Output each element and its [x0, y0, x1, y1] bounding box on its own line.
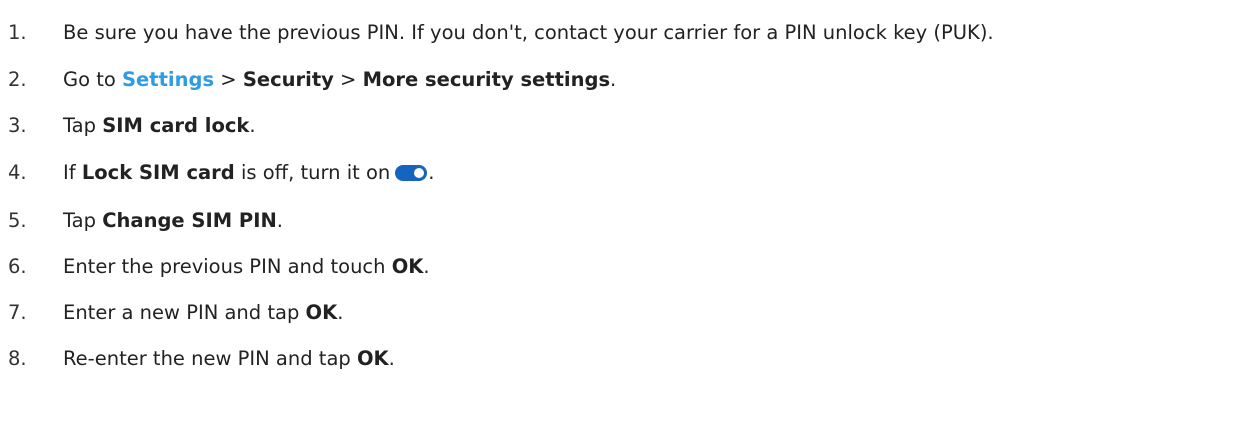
- ok-label: OK: [356, 347, 389, 370]
- step-suffix: .: [249, 114, 256, 137]
- step-number: 6.: [8, 255, 27, 278]
- step-suffix: .: [337, 301, 344, 324]
- step-number: 1.: [8, 21, 27, 44]
- sim-card-lock-label: SIM card lock: [102, 114, 250, 137]
- step-text: Enter the previous PIN and touch OK.: [63, 247, 430, 287]
- step-prefix: Enter the previous PIN and touch: [63, 255, 392, 278]
- path-separator: >: [214, 68, 243, 91]
- ok-label: OK: [305, 301, 338, 324]
- step-suffix: .: [610, 68, 617, 91]
- step-suffix: .: [276, 209, 283, 232]
- step-number: 4.: [8, 161, 27, 184]
- step-number: 3.: [8, 114, 27, 137]
- step-prefix: Re-enter the new PIN and tap: [63, 347, 357, 370]
- more-security-settings-label: More security settings: [362, 68, 611, 91]
- step-text: Re-enter the new PIN and tap OK.: [63, 339, 395, 379]
- step-text: Go to Settings > Security > More securit…: [63, 60, 616, 100]
- change-sim-pin-label: Change SIM PIN: [102, 209, 277, 232]
- toggle-on-icon: [395, 164, 428, 181]
- step-suffix: .: [388, 347, 395, 370]
- step-text: Tap Change SIM PIN.: [63, 201, 283, 241]
- ok-label: OK: [391, 255, 424, 278]
- step-number: 7.: [8, 301, 27, 324]
- step-number: 2.: [8, 68, 27, 91]
- settings-link[interactable]: Settings: [122, 68, 214, 91]
- step-prefix: Tap: [63, 209, 103, 232]
- step-prefix: If: [63, 161, 82, 184]
- toggle-knob: [414, 167, 425, 178]
- step-prefix: Enter a new PIN and tap: [63, 301, 306, 324]
- path-separator: >: [333, 68, 363, 91]
- step-text: Enter a new PIN and tap OK.: [63, 293, 343, 333]
- step-middle: is off, turn it on: [234, 161, 391, 184]
- step-suffix: .: [423, 255, 430, 278]
- step-prefix: Go to: [63, 68, 123, 91]
- step-text: If Lock SIM card is off, turn it on.: [63, 153, 435, 193]
- step-number: 5.: [8, 209, 27, 232]
- lock-sim-card-label: Lock SIM card: [81, 161, 235, 184]
- step-prefix: Tap: [63, 114, 103, 137]
- step-text: Be sure you have the previous PIN. If yo…: [63, 13, 994, 53]
- security-label: Security: [242, 68, 334, 91]
- step-number: 8.: [8, 347, 27, 370]
- step-text: Tap SIM card lock.: [63, 106, 256, 146]
- step-body: Be sure you have the previous PIN. If yo…: [63, 21, 994, 44]
- step-suffix: .: [428, 161, 435, 184]
